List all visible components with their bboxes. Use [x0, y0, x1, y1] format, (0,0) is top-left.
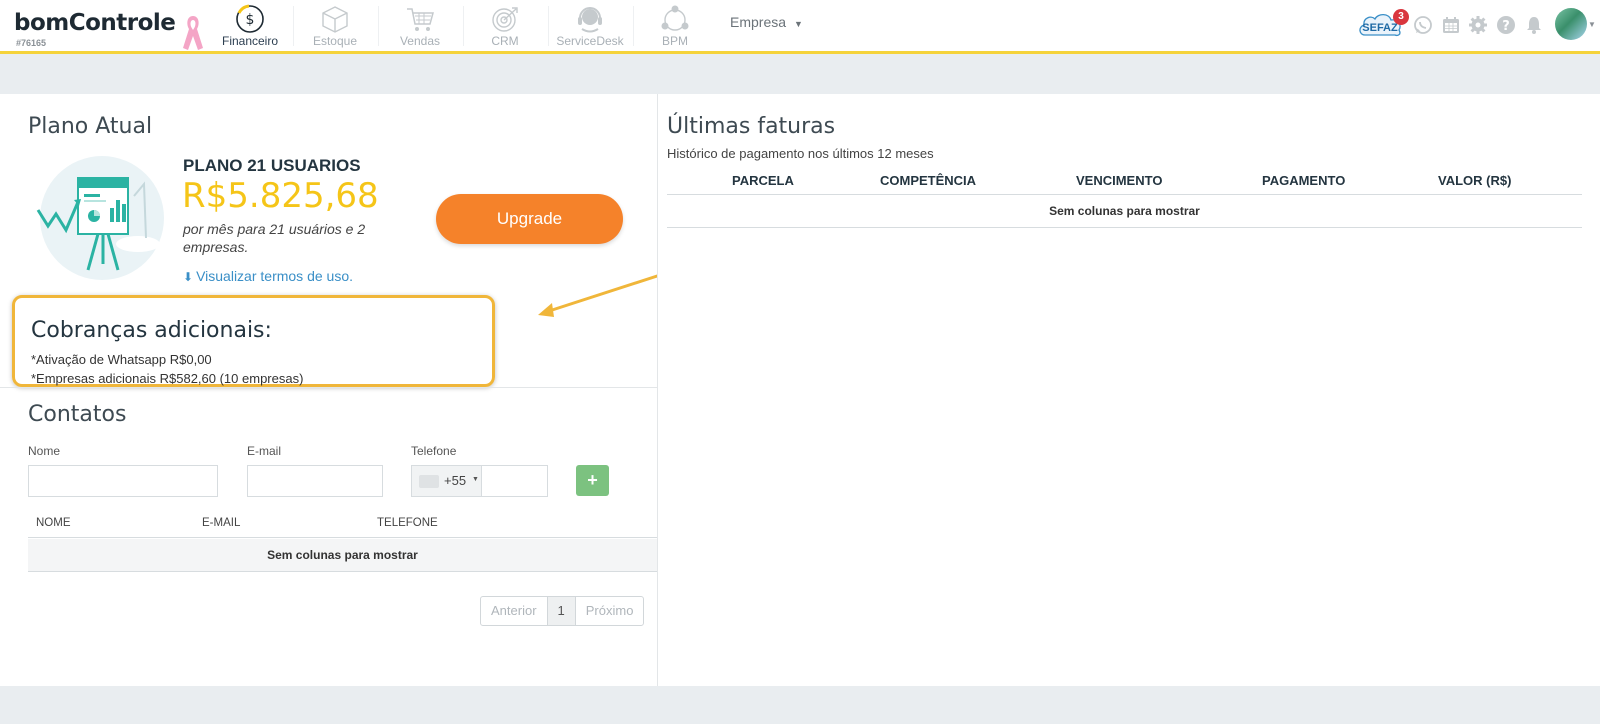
- gear-icon[interactable]: [1468, 15, 1488, 35]
- phone-label: Telefone: [411, 444, 457, 458]
- download-icon: ⬇: [183, 270, 194, 284]
- nav-servicedesk[interactable]: ServiceDesk: [550, 4, 630, 48]
- brand-logo[interactable]: bomControle: [14, 10, 176, 36]
- pager-next-button[interactable]: Próximo: [576, 597, 644, 625]
- nav-label: BPM: [661, 34, 688, 48]
- invoices-table-header: PARCELA COMPETÊNCIA VENCIMENTO PAGAMENTO…: [667, 166, 1582, 195]
- box-icon: [322, 6, 348, 33]
- top-navbar: bomControle #76165 $ Financeiro Estoque …: [0, 0, 1600, 54]
- nav-label: Financeiro: [221, 34, 279, 48]
- nav-crm[interactable]: CRM: [465, 4, 545, 48]
- column-header[interactable]: VALOR (R$): [1438, 173, 1511, 188]
- presentation-board-icon: [36, 156, 164, 280]
- email-input[interactable]: [247, 465, 383, 497]
- target-icon: [492, 7, 518, 32]
- invoices-subtitle: Histórico de pagamento nos últimos 12 me…: [667, 146, 934, 161]
- calendar-icon[interactable]: [1441, 15, 1461, 35]
- terms-link-text: Visualizar termos de uso.: [196, 268, 353, 284]
- column-header[interactable]: PARCELA: [732, 173, 794, 188]
- caret-down-icon: ▼: [472, 476, 479, 483]
- plan-price: R$5.825,68: [182, 176, 379, 216]
- invoices-empty-row: Sem colunas para mostrar: [667, 195, 1582, 228]
- cart-icon: [407, 8, 434, 31]
- column-header[interactable]: PAGAMENTO: [1262, 173, 1345, 188]
- contacts-table-header: NOME E-MAIL TELEFONE: [28, 511, 657, 538]
- flag-icon: [419, 475, 439, 488]
- invoices-panel: Últimas faturas Histórico de pagamento n…: [657, 94, 1600, 686]
- help-icon[interactable]: ?: [1496, 15, 1516, 35]
- add-contact-button[interactable]: +: [576, 465, 609, 496]
- company-selector[interactable]: Empresa ▼: [730, 14, 803, 30]
- nav-divider: [293, 6, 294, 46]
- section-divider: [0, 387, 657, 388]
- phone-field: +55 ▼: [411, 465, 548, 497]
- column-header[interactable]: VENCIMENTO: [1076, 173, 1162, 188]
- upgrade-button[interactable]: Upgrade: [436, 194, 623, 244]
- country-code: +55: [444, 473, 467, 488]
- nav-label: CRM: [491, 34, 519, 48]
- nav-vendas[interactable]: Vendas: [380, 4, 460, 48]
- caret-down-icon: ▼: [1588, 20, 1596, 29]
- headset-icon: [578, 7, 602, 33]
- sefaz-notification-badge: 3: [1393, 9, 1409, 25]
- whatsapp-icon[interactable]: [1413, 15, 1433, 35]
- name-label: Nome: [28, 444, 61, 458]
- column-header[interactable]: TELEFONE: [377, 517, 438, 529]
- pagination: Anterior 1 Próximo: [480, 596, 645, 626]
- contacts-title: Contatos: [28, 402, 127, 427]
- nav-label: Vendas: [399, 34, 441, 48]
- charge-line: *Empresas adicionais R$582,60 (10 empres…: [31, 371, 304, 386]
- sefaz-label: SEFAZ: [1362, 22, 1398, 34]
- dollar-coin-icon: $: [236, 4, 264, 33]
- company-label: Empresa: [730, 14, 787, 30]
- nav-bpm[interactable]: BPM: [635, 4, 715, 48]
- additional-charges-title: Cobranças adicionais:: [31, 318, 272, 343]
- charge-line: *Ativação de Whatsapp R$0,00: [31, 352, 212, 367]
- country-code-selector[interactable]: +55 ▼: [412, 466, 482, 496]
- terms-of-use-link[interactable]: ⬇ Visualizar termos de uso.: [183, 268, 353, 284]
- footer-strip: [0, 686, 1600, 724]
- svg-text:?: ?: [1502, 19, 1510, 34]
- user-avatar[interactable]: [1555, 8, 1587, 40]
- email-label: E-mail: [247, 444, 282, 458]
- nav-divider: [378, 6, 379, 46]
- pink-ribbon-icon: [183, 16, 203, 50]
- column-header[interactable]: E-MAIL: [202, 517, 240, 529]
- nav-estoque[interactable]: Estoque: [295, 4, 375, 48]
- plan-section-title: Plano Atual: [28, 114, 153, 139]
- account-id: #76165: [16, 38, 47, 48]
- process-icon: [661, 5, 689, 31]
- nav-financeiro[interactable]: $ Financeiro: [210, 4, 290, 48]
- nav-label: Estoque: [312, 34, 358, 48]
- nav-divider: [463, 6, 464, 46]
- bell-icon[interactable]: [1524, 15, 1544, 35]
- pager-prev-button[interactable]: Anterior: [481, 597, 547, 625]
- nav-label: ServiceDesk: [556, 34, 624, 48]
- caret-down-icon: ▼: [794, 19, 803, 29]
- plan-description: por mês para 21 usuários e 2 empresas.: [183, 221, 366, 255]
- contacts-empty-row: Sem colunas para mostrar: [28, 539, 657, 572]
- svg-text:$: $: [246, 12, 255, 28]
- plan-panel: Plano Atual PLANO 21 USUARIOS R$5.825,68…: [0, 94, 657, 686]
- name-input[interactable]: [28, 465, 218, 497]
- nav-divider: [633, 6, 634, 46]
- column-header[interactable]: COMPETÊNCIA: [880, 173, 976, 188]
- pager-page-1[interactable]: 1: [546, 597, 576, 625]
- additional-charges-box: Cobranças adicionais: *Ativação de Whats…: [12, 295, 495, 387]
- invoices-title: Últimas faturas: [667, 114, 836, 139]
- nav-divider: [548, 6, 549, 46]
- plan-name: PLANO 21 USUARIOS: [183, 156, 361, 175]
- column-header[interactable]: NOME: [36, 517, 71, 529]
